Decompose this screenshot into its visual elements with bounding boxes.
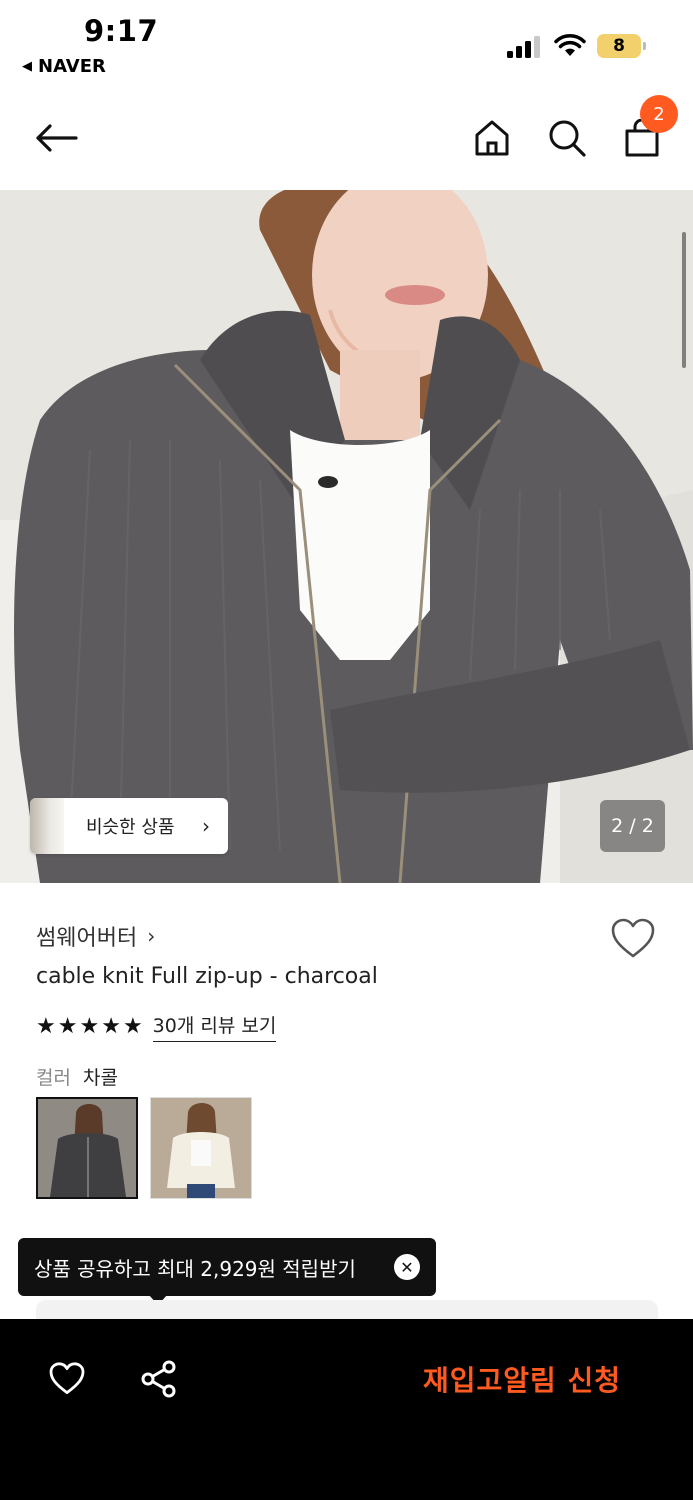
selected-color: 차콜 <box>82 1067 118 1089</box>
back-to-app-link[interactable]: ◀ NAVER <box>22 56 106 77</box>
rating-stars: ★ ★ ★ ★ ★ <box>36 1013 143 1039</box>
cellular-signal-icon <box>507 36 540 58</box>
close-icon[interactable]: ✕ <box>394 1254 420 1280</box>
home-icon <box>475 120 509 156</box>
product-photo <box>0 190 693 883</box>
battery-icon: 8 <box>597 34 647 58</box>
search-button[interactable] <box>541 112 593 164</box>
swatch-image <box>151 1098 251 1198</box>
wishlist-button[interactable] <box>608 914 658 964</box>
wifi-icon <box>554 34 586 56</box>
color-swatch-charcoal[interactable] <box>36 1097 138 1199</box>
star-icon: ★ <box>57 1013 78 1039</box>
search-icon <box>549 120 586 157</box>
restock-alert-button[interactable]: 재입고알림 신청 <box>388 1347 656 1411</box>
brand-name: 썸웨어버터 <box>36 926 138 951</box>
heart-outline-icon <box>611 918 655 958</box>
reviews-link[interactable]: 30개 리뷰 보기 <box>152 1011 277 1042</box>
color-label: 컬러 <box>36 1067 71 1089</box>
similar-products-label: 비슷한 상품 <box>86 817 175 838</box>
share-icon <box>141 1360 176 1398</box>
back-arrow-icon <box>36 124 78 152</box>
star-icon: ★ <box>122 1013 143 1039</box>
app-header <box>0 90 693 190</box>
chevron-right-icon: › <box>147 924 156 948</box>
status-bar: 9:17 ◀ NAVER 8 <box>0 0 693 90</box>
color-swatch-ivory[interactable] <box>150 1097 252 1199</box>
heart-outline-icon <box>49 1362 85 1394</box>
product-title: cable knit Full zip-up - charcoal <box>36 964 378 989</box>
share-reward-text: 상품 공유하고 최대 2,929원 적립받기 <box>34 1256 356 1281</box>
rating-row: ★ ★ ★ ★ ★ 30개 리뷰 보기 <box>36 1011 277 1042</box>
cart-count-badge: 2 <box>640 95 678 133</box>
swatch-image <box>38 1099 136 1197</box>
brand-link[interactable]: 썸웨어버터 › <box>36 920 155 952</box>
color-option-row: 컬러 차콜 <box>36 1063 118 1090</box>
page-scroll-indicator <box>682 232 686 368</box>
back-triangle-icon: ◀ <box>22 59 32 74</box>
image-counter: 2 / 2 <box>600 800 665 852</box>
color-swatches <box>36 1097 252 1199</box>
bottom-wishlist-button[interactable] <box>45 1357 89 1401</box>
similar-products-button[interactable]: 비슷한 상품 › <box>30 798 228 854</box>
back-button[interactable] <box>30 112 82 164</box>
similar-thumbnail <box>30 798 64 854</box>
bottom-action-bar: 재입고알림 신청 <box>0 1319 693 1500</box>
chevron-right-icon: › <box>202 814 210 838</box>
star-icon: ★ <box>36 1013 56 1039</box>
star-icon: ★ <box>101 1013 121 1039</box>
status-time: 9:17 <box>84 14 159 48</box>
product-image[interactable] <box>0 190 693 883</box>
home-button[interactable] <box>466 112 518 164</box>
star-icon: ★ <box>79 1013 100 1039</box>
battery-level: 8 <box>597 34 641 58</box>
share-reward-tooltip: 상품 공유하고 최대 2,929원 적립받기 ✕ <box>18 1238 436 1296</box>
back-app-label: NAVER <box>38 56 106 77</box>
share-button[interactable] <box>137 1357 181 1401</box>
